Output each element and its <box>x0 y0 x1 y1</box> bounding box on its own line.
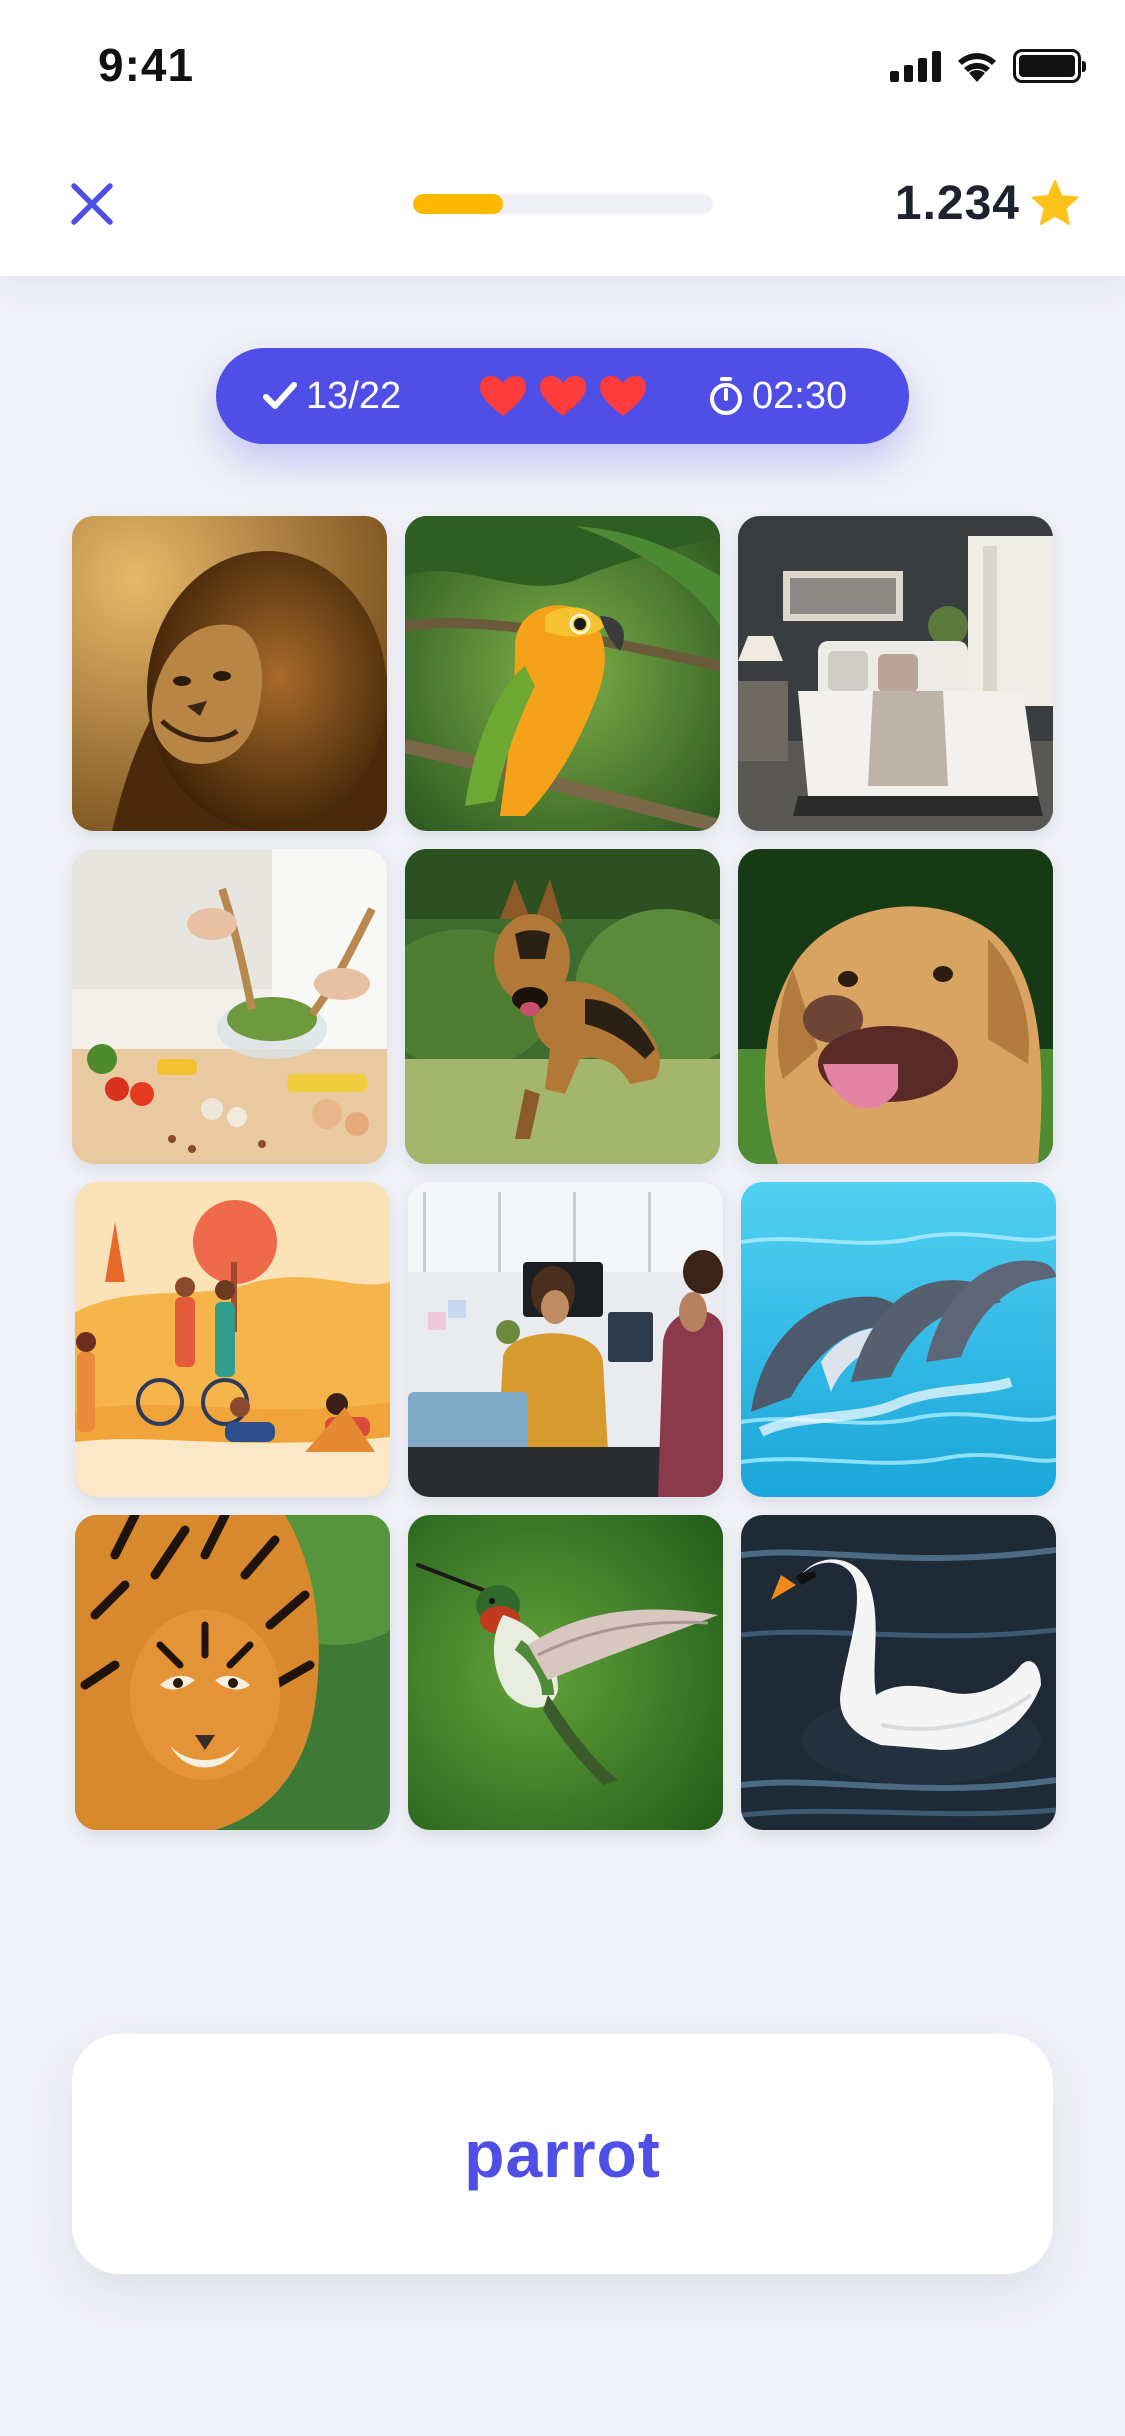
answer-card[interactable]: parrot <box>72 2034 1053 2274</box>
dolphins-image <box>741 1182 1056 1497</box>
stats-pill: 13/22 02:30 <box>216 348 909 444</box>
heart-icon <box>540 376 586 416</box>
app-root: 9:41 1.234 13/22 02:30 parrot <box>0 0 1125 2436</box>
tile-office[interactable] <box>408 1182 723 1497</box>
score-display: 1.234 <box>895 175 1080 231</box>
status-icons <box>890 46 1086 86</box>
wifi-icon <box>958 53 996 82</box>
tile-swan[interactable] <box>741 1515 1056 1830</box>
tile-illustration[interactable] <box>75 1182 390 1497</box>
timer: 02:30 <box>708 348 847 444</box>
answer-word: parrot <box>464 2117 661 2191</box>
cooking-image <box>72 849 387 1164</box>
tile-tiger[interactable] <box>75 1515 390 1830</box>
heart-icon <box>600 376 646 416</box>
tile-lion[interactable] <box>72 516 387 831</box>
heart-icon <box>480 376 526 416</box>
tile-bedroom[interactable] <box>738 516 1053 831</box>
star-icon <box>1031 180 1079 225</box>
lives-hearts <box>478 348 648 444</box>
correct-count-text: 13/22 <box>306 374 402 417</box>
score-value: 1.234 <box>894 176 1020 230</box>
battery-icon <box>1013 49 1086 83</box>
german-shepherd-image <box>405 849 720 1164</box>
swan-image <box>741 1515 1056 1830</box>
checkmark-icon <box>263 382 297 409</box>
bedroom-image <box>738 516 1053 831</box>
tiger-image <box>75 1515 390 1830</box>
close-icon <box>71 183 113 225</box>
hummingbird-image <box>408 1515 723 1830</box>
office-image <box>408 1182 723 1497</box>
cellular-signal-icon <box>890 50 941 82</box>
status-time: 9:41 <box>98 39 195 91</box>
tile-dolphins[interactable] <box>741 1182 1056 1497</box>
golden-retriever-image <box>738 849 1053 1164</box>
tile-hummingbird[interactable] <box>408 1515 723 1830</box>
correct-count: 13/22 <box>262 348 401 444</box>
top-bar: 9:41 1.234 <box>0 0 1125 276</box>
parrot-image <box>405 516 720 831</box>
illustration-image <box>75 1182 390 1497</box>
close-button[interactable] <box>66 178 118 230</box>
tile-golden-retriever[interactable] <box>738 849 1053 1164</box>
tile-parrot[interactable] <box>405 516 720 831</box>
timer-text: 02:30 <box>752 374 848 417</box>
tile-cooking[interactable] <box>72 849 387 1164</box>
tile-german-shepherd[interactable] <box>405 849 720 1164</box>
lion-image <box>72 516 387 831</box>
progress-fill <box>413 194 503 214</box>
progress-bar <box>413 194 713 214</box>
stopwatch-icon <box>710 377 742 415</box>
